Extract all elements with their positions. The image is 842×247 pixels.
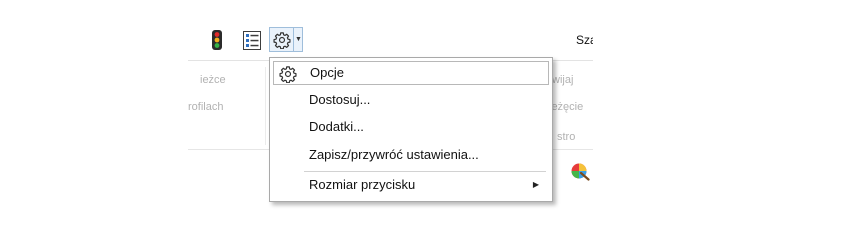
menu-separator bbox=[304, 171, 546, 172]
gear-icon bbox=[272, 31, 291, 49]
options-dropdown-arrow[interactable]: ▼ bbox=[294, 28, 303, 51]
list-icon bbox=[243, 30, 261, 50]
ribbon-label[interactable]: ieżęcie bbox=[549, 101, 583, 113]
ribbon-label[interactable]: stro bbox=[557, 131, 575, 143]
menu-item-label: Dostosuj... bbox=[309, 92, 371, 107]
window-title: Sza bbox=[576, 33, 593, 47]
options-dropdown-menu: Opcje Dostosuj... Dodatki... Zapisz/przy… bbox=[269, 57, 553, 202]
menu-item-options[interactable]: Opcje bbox=[273, 61, 549, 85]
chevron-down-icon: ▼ bbox=[295, 36, 302, 43]
appearance-icon[interactable] bbox=[570, 161, 590, 181]
menu-item-label: Zapisz/przywróć ustawienia... bbox=[309, 147, 479, 162]
ribbon-divider bbox=[265, 67, 266, 145]
menu-item-addins[interactable]: Dodatki... bbox=[273, 116, 549, 140]
options-button[interactable] bbox=[270, 28, 294, 51]
ribbon-label[interactable]: rofilach bbox=[188, 101, 223, 113]
options-split-button[interactable]: ▼ bbox=[269, 27, 303, 52]
menu-item-label: Rozmiar przycisku bbox=[309, 177, 416, 192]
menu-item-customize[interactable]: Dostosuj... bbox=[273, 89, 549, 113]
ribbon-label[interactable]: wijaj bbox=[552, 74, 573, 86]
traffic-light-button[interactable] bbox=[207, 28, 227, 52]
menu-item-button-size[interactable]: Rozmiar przycisku ▶ bbox=[273, 174, 549, 198]
menu-item-save-restore-settings[interactable]: Zapisz/przywróć ustawienia... bbox=[273, 144, 549, 168]
traffic-light-icon bbox=[212, 30, 222, 50]
chevron-right-icon: ▶ bbox=[532, 180, 539, 189]
gear-icon bbox=[279, 66, 297, 83]
menu-item-label: Opcje bbox=[310, 65, 344, 80]
list-view-button[interactable] bbox=[241, 28, 263, 52]
toolbar: ▼ Sza bbox=[188, 20, 593, 61]
menu-item-label: Dodatki... bbox=[309, 119, 364, 134]
ribbon-label[interactable]: ieżce bbox=[200, 74, 226, 86]
